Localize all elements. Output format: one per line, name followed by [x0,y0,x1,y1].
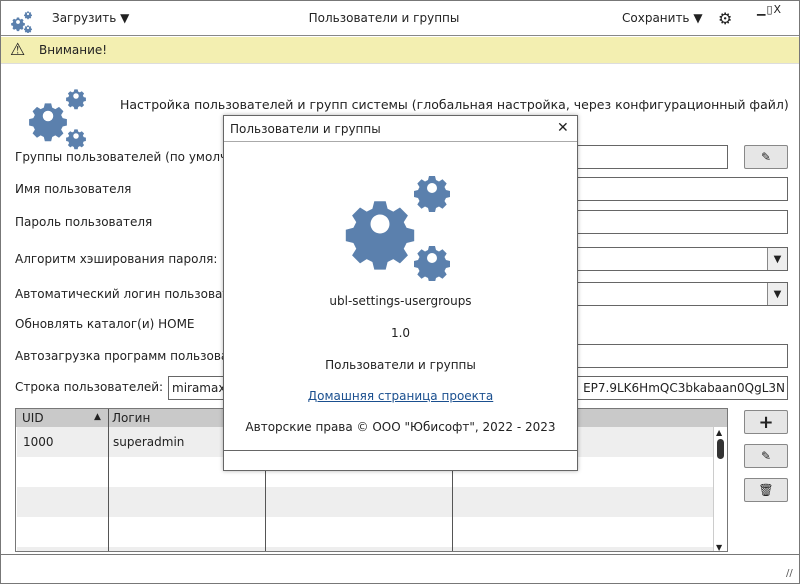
autostart-input[interactable] [575,344,788,368]
dialog-version: 1.0 [390,326,411,340]
warning-bar: ⚠ Внимание! [1,37,799,64]
edit-icon: ✎ [760,449,772,463]
window-controls: ▁▯X [757,3,782,16]
trash-icon: 🗑 [758,483,774,497]
dialog-gears-icon [345,176,450,281]
table-row[interactable] [17,517,713,547]
sort-asc-icon: ▲ [94,412,101,422]
close-icon[interactable]: X [774,3,783,16]
dialog-divider [224,450,577,451]
add-user-button[interactable]: + [744,410,788,434]
header-gears-icon [29,89,86,150]
warning-text: Внимание! [39,43,108,57]
cell-uid: 1000 [23,435,54,449]
hash-combobox[interactable]: ▼ [575,247,788,271]
scroll-up-icon[interactable]: ▲ [716,428,722,437]
cell-login: superadmin [113,435,185,449]
home-label: Обновлять каталог(и) HOME [15,317,195,331]
table-row[interactable] [17,547,713,551]
scrollbar[interactable]: ▲ ▼ [713,427,727,551]
groups-input[interactable] [575,145,728,169]
userstring-value-start: miramax [172,381,226,395]
hash-label: Алгоритм хэширования пароля: [15,252,218,266]
title-bar: Загрузить ▼ Пользователи и группы Сохран… [1,1,799,36]
about-dialog: Пользователи и группы ✕ ubl-settings-use… [223,115,578,471]
autologin-label: Автоматический логин пользовател [15,287,245,301]
save-menu-button[interactable]: Сохранить ▼ [622,11,703,25]
userstring-label: Строка пользователей: [15,380,164,394]
scrollbar-thumb[interactable] [717,439,724,459]
status-divider [1,554,799,555]
maximize-icon[interactable]: ▯ [766,3,773,16]
dialog-close-icon[interactable]: ✕ [557,120,569,136]
password-input[interactable] [575,210,788,234]
plus-icon: + [758,411,774,433]
column-login[interactable]: Логин [112,411,150,425]
dialog-titlebar: Пользователи и группы ✕ [224,116,577,142]
settings-gear-icon[interactable]: ⚙ [718,9,732,28]
dialog-app-name: ubl-settings-usergroups [329,294,472,308]
autologin-combobox[interactable]: ▼ [575,282,788,306]
username-label: Имя пользователя [15,182,132,196]
column-uid[interactable]: UID [22,411,44,425]
resize-grip-icon[interactable]: // [786,568,793,579]
dialog-title: Пользователи и группы [230,122,381,136]
column-divider [108,409,109,551]
dialog-description: Пользователи и группы [325,358,476,372]
userstring-value-end: EP7.9LK6HmQC3bkabaan0QgL3N [583,381,785,395]
warning-icon: ⚠ [10,40,26,60]
password-label: Пароль пользователя [15,215,153,229]
delete-user-button[interactable]: 🗑 [744,478,788,502]
edit-groups-button[interactable]: ✎ [744,145,788,169]
table-row[interactable] [17,487,713,517]
chevron-down-icon: ▼ [767,248,787,270]
edit-user-button[interactable]: ✎ [744,444,788,468]
save-label: Сохранить [622,11,690,25]
username-input[interactable] [575,177,788,201]
chevron-down-icon: ▼ [767,283,787,305]
autostart-label: Автозагрузка программ пользовате [15,349,243,363]
header-text: Настройка пользователей и групп системы … [120,97,789,112]
edit-icon: ✎ [760,150,772,164]
homepage-link[interactable]: Домашняя страница проекта [224,389,577,403]
chevron-down-icon: ▼ [693,11,703,25]
groups-label: Группы пользователей (по умолчани [15,150,251,164]
scroll-down-icon[interactable]: ▼ [716,543,722,551]
dialog-copyright: Авторские права © ООО "Юбисофт", 2022 - … [245,420,556,434]
